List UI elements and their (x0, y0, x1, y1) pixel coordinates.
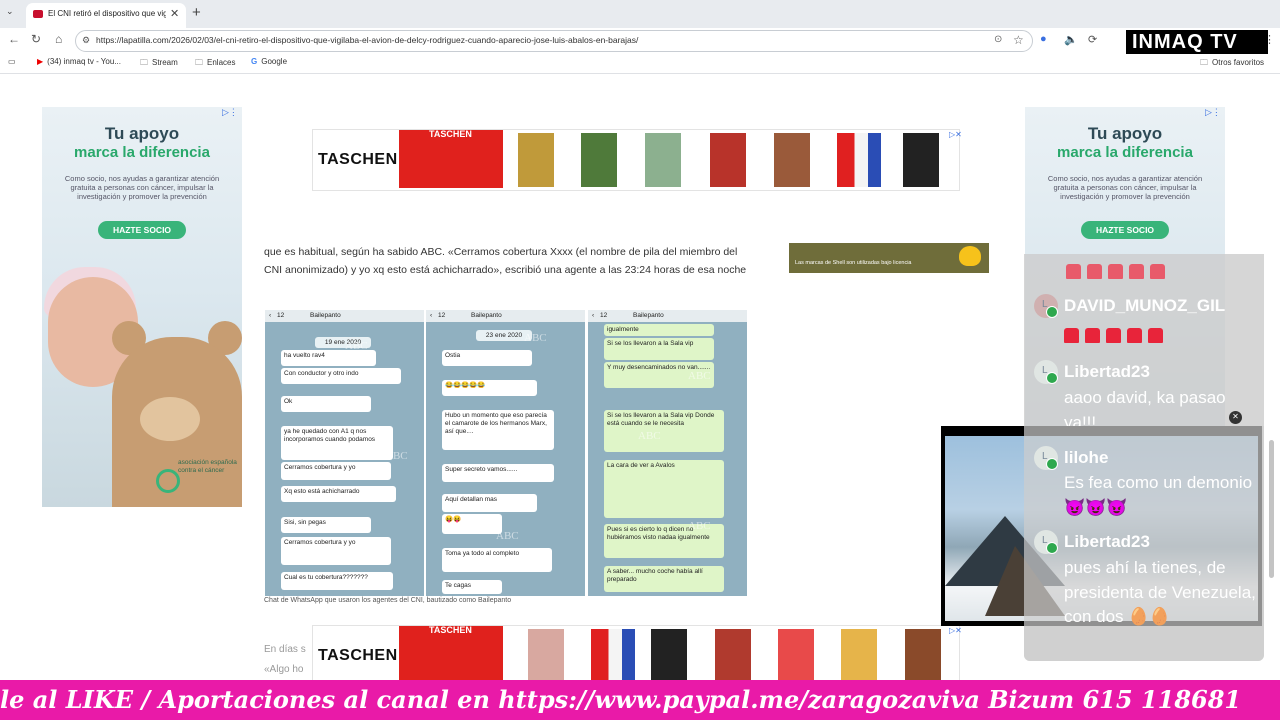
book-image (651, 629, 687, 683)
folder-icon: 🗀 (195, 58, 203, 67)
back-icon[interactable]: ← (8, 32, 20, 46)
ticker-text: le al LIKE / Aportaciones al canal en ht… (0, 685, 1242, 714)
member-badge-icon (1046, 372, 1058, 384)
live-chat-overlay-lower: lilohe Es fea como un demonio 😈😈😈 Libert… (1024, 426, 1264, 661)
ad-headline: Tu apoyo (104, 124, 180, 143)
chat-message: Es fea como un demonio 😈😈😈 (1064, 473, 1253, 517)
chat-username: Libertad23 (1064, 362, 1150, 381)
ad-body: Como socio, nos ayudas a garantizar aten… (1047, 174, 1203, 201)
chat-header: ‹ 12 Bailepanto (426, 310, 585, 322)
bookmark-google[interactable]: G Google (251, 57, 287, 66)
donation-ticker: le al LIKE / Aportaciones al canal en ht… (0, 680, 1280, 720)
ad-subheadline: marca la diferencia (74, 144, 210, 161)
book-image (778, 629, 814, 683)
banner-brand: TASCHEN (318, 151, 398, 168)
book-image (837, 133, 881, 187)
favicon-icon (33, 10, 43, 18)
emoji-row (1064, 328, 1169, 348)
chat-username: Libertad23 (1064, 532, 1150, 551)
browser-tab[interactable]: El CNI retiró el dispositivo que vigilab… (26, 3, 186, 28)
shell-logo-icon (959, 246, 981, 266)
ad-org: asociación española contra el cáncer (178, 459, 237, 474)
new-tab-icon[interactable]: + (192, 4, 201, 21)
chat-screenshot-1: ‹ 12 Bailepanto 19 ene 2020 ha vuelto rav… (265, 310, 424, 596)
chat-username: lilohe (1064, 448, 1109, 467)
video-close-icon[interactable]: ✕ (1229, 411, 1242, 424)
banner-brand: TASCHEN (318, 647, 398, 664)
hazte-socio-button[interactable]: HAZTE SOCIO (1081, 221, 1169, 239)
sync-icon[interactable]: ⟳ (1088, 33, 1097, 46)
taschen-banner-top[interactable]: TASCHEN TASCHEN ▷✕ (312, 129, 962, 191)
book-image (645, 133, 681, 187)
ad-close-icon[interactable]: ▷✕ (949, 130, 962, 139)
member-badge-icon (1046, 458, 1058, 470)
book-image (841, 629, 877, 683)
site-info-icon[interactable]: ⚙ (82, 35, 90, 46)
ad-choices-icon[interactable]: ▷⋮ (1205, 107, 1221, 118)
ad-choices-icon[interactable]: ▷⋮ (222, 107, 238, 118)
tab-search-icon[interactable]: ⌄ (6, 6, 14, 17)
book-image (710, 133, 746, 187)
emoji-row (1066, 264, 1171, 284)
other-bookmarks[interactable]: 🗀 Otros favoritos (1200, 57, 1264, 71)
book-image (518, 133, 554, 187)
book-image (903, 133, 939, 187)
google-icon: G (251, 57, 258, 66)
shell-ad[interactable]: Las marcas de Shell son utilizadas bajo … (789, 243, 989, 273)
book-image (528, 629, 564, 683)
member-badge-icon (1046, 306, 1058, 318)
browser-toolbar: ← ↻ ⌂ ⚙ https://lapatilla.com/2026/02/03… (0, 28, 1280, 53)
url-text[interactable]: https://lapatilla.com/2026/02/03/el-cni-… (96, 35, 638, 45)
hazte-socio-button[interactable]: HAZTE SOCIO (98, 221, 186, 239)
chat-header: ‹ 12 Bailepanto (588, 310, 747, 322)
ad-subheadline: marca la diferencia (1057, 144, 1193, 161)
book-image (581, 133, 617, 187)
reload-icon[interactable]: ↻ (31, 32, 41, 46)
ad-body: Como socio, nos ayudas a garantizar aten… (64, 174, 220, 201)
member-badge-icon (1046, 542, 1058, 554)
chat-header: ‹ 12 Bailepanto (265, 310, 424, 322)
ad-headline: Tu apoyo (1087, 124, 1163, 143)
scrollbar-thumb[interactable] (1269, 440, 1274, 578)
reader-mode-icon[interactable]: ⊙ (994, 34, 1002, 45)
bookmark-star-icon[interactable]: ☆ (1013, 33, 1024, 47)
tab-bar: ⌄ El CNI retiró el dispositivo que vigil… (0, 0, 1280, 28)
article-faded-text: En días s «Algo ho (264, 644, 306, 675)
close-tab-icon[interactable]: ✕ (170, 7, 179, 20)
address-bar[interactable]: ⚙ https://lapatilla.com/2026/02/03/el-cn… (75, 30, 1033, 52)
chat-screenshot-3: ‹ 12 Bailepanto igualmente Si se los llev… (588, 310, 747, 596)
tab-title: El CNI retiró el dispositivo que vigilab… (48, 9, 166, 18)
bookmarks-bar: ▭ ▶ (34) inmaq tv - You... 🗀 Stream 🗀 Enlac… (0, 53, 1280, 74)
home-icon[interactable]: ⌂ (55, 32, 62, 46)
folder-icon: 🗀 (140, 58, 148, 67)
bookmarks-toggle-icon[interactable]: ▭ (8, 57, 16, 66)
chat-username: DAVID_MUNOZ_GIL (1064, 296, 1226, 315)
side-ad-left[interactable]: Tu apoyo marca la diferencia Como socio,… (42, 107, 242, 507)
book-image (774, 133, 810, 187)
chat-message: pues ahí la tienes, de presidenta de Ven… (1064, 558, 1256, 626)
image-caption: Chat de WhatsApp que usaron los agentes … (264, 597, 512, 604)
book-image (905, 629, 941, 683)
extension-icon[interactable]: ● (1040, 33, 1047, 45)
bookmark-youtube[interactable]: ▶ (34) inmaq tv - You... (37, 57, 121, 66)
youtube-icon: ▶ (37, 57, 44, 66)
channel-logo: INMAQ TV (1126, 30, 1268, 54)
aecc-logo-icon (156, 469, 180, 493)
book-image (591, 629, 635, 683)
ad-close-icon[interactable]: ▷✕ (949, 626, 962, 635)
bookmark-enlaces[interactable]: 🗀 Enlaces (195, 57, 235, 71)
speaker-icon[interactable]: 🔈 (1064, 33, 1078, 46)
chat-screenshot-2: ‹ 12 Bailepanto 23 ene 2020 Ostia 😂😂😂😂😂 H… (426, 310, 585, 596)
folder-icon: 🗀 (1200, 58, 1208, 67)
bookmark-stream[interactable]: 🗀 Stream (140, 57, 178, 71)
taschen-banner-bottom[interactable]: TASCHEN TASCHEN ▷✕ (312, 625, 962, 687)
book-image (715, 629, 751, 683)
article-paragraph: que es habitual, según ha sabido ABC. «C… (264, 246, 747, 276)
